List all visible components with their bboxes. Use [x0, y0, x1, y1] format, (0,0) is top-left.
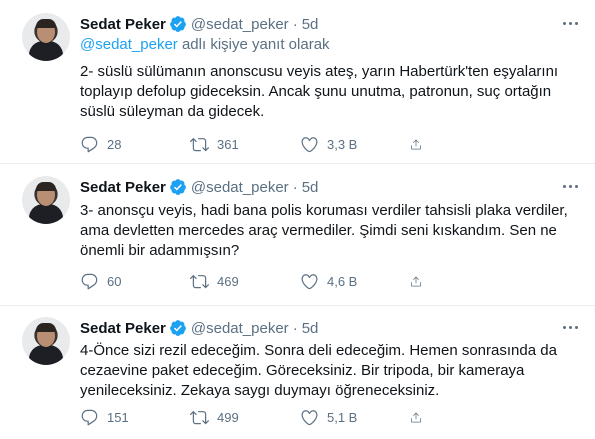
timestamp[interactable]: 5d	[302, 16, 319, 33]
like-count: 5,1 B	[327, 409, 358, 425]
verified-badge-icon	[170, 16, 186, 32]
reply-button[interactable]: 60	[80, 272, 190, 291]
author-name[interactable]: Sedat Peker	[80, 320, 166, 337]
author-handle[interactable]: @sedat_peker	[191, 179, 289, 196]
retweet-icon	[190, 274, 209, 288]
separator-dot: ·	[292, 15, 298, 33]
retweet-button[interactable]: 469	[190, 272, 300, 291]
like-button[interactable]: 5,1 B	[300, 408, 410, 427]
share-button[interactable]	[410, 408, 430, 427]
reply-context-text: adlı kişiye yanıt olarak	[177, 36, 330, 53]
author-name[interactable]: Sedat Peker	[80, 16, 166, 33]
retweet-button[interactable]: 499	[190, 408, 300, 427]
reply-button[interactable]: 151	[80, 408, 190, 427]
divider	[0, 163, 595, 164]
avatar[interactable]	[22, 317, 70, 365]
tweet-text-line: yenileceksiniz. Zekaya saygı duymayı öğr…	[80, 382, 440, 399]
separator-dot: ·	[292, 319, 298, 337]
author-handle[interactable]: @sedat_peker	[191, 320, 289, 337]
tweet-text-line: ama devletten mercedes araç vermediler. …	[80, 222, 557, 239]
tweet-text-line: 3- anonsçu veyis, hadi bana polis koruma…	[80, 202, 568, 219]
tweet-text-line: toplayıp defolup gideceksin. Ancak şunu …	[80, 83, 552, 100]
retweet-count: 361	[217, 136, 239, 152]
separator-dot: ·	[292, 178, 298, 196]
verified-badge-icon	[170, 320, 186, 336]
tweet[interactable]: Sedat Peker @sedat_peker · 5d @sedat_pek…	[0, 13, 595, 163]
reply-button[interactable]: 28	[80, 135, 190, 154]
reply-handle-link[interactable]: @sedat_peker	[80, 36, 178, 53]
avatar[interactable]	[22, 13, 70, 61]
like-button[interactable]: 4,6 B	[300, 272, 410, 291]
timestamp[interactable]: 5d	[302, 320, 319, 337]
tweet-actions: 151 499 5,1 B	[80, 407, 520, 427]
tweet-text: 4-Önce sizi rezil edeceğim. Sonra deli e…	[80, 341, 580, 401]
like-button[interactable]: 3,3 B	[300, 135, 410, 154]
tweet-text-line: önemli bir adammışsın?	[80, 242, 240, 259]
share-icon	[411, 276, 421, 286]
retweet-count: 469	[217, 273, 239, 289]
tweet-actions: 28 361 3,3 B	[80, 134, 520, 154]
share-icon	[411, 412, 421, 422]
tweet-text-line: 4-Önce sizi rezil edeceğim. Sonra deli e…	[80, 342, 557, 359]
retweet-button[interactable]: 361	[190, 135, 300, 154]
divider	[0, 305, 595, 306]
timestamp[interactable]: 5d	[302, 179, 319, 196]
tweet-text-line: cezaevine paket edeceğim. Göreceksiniz. …	[80, 362, 525, 379]
reply-context: @sedat_peker adlı kişiye yanıt olarak	[80, 36, 330, 53]
verified-badge-icon	[170, 179, 186, 195]
reply-count: 28	[107, 136, 122, 152]
reply-icon	[81, 273, 98, 289]
share-button[interactable]	[410, 135, 430, 154]
share-button[interactable]	[410, 272, 430, 291]
tweet-text: 2- süslü sülümanın anonscusu veyis ateş,…	[80, 62, 580, 122]
reply-count: 151	[107, 409, 129, 425]
reply-count: 60	[107, 273, 122, 289]
reply-icon	[81, 409, 98, 425]
retweet-count: 499	[217, 409, 239, 425]
author-handle[interactable]: @sedat_peker	[191, 16, 289, 33]
retweet-icon	[190, 410, 209, 424]
like-icon	[301, 273, 318, 289]
retweet-icon	[190, 137, 209, 151]
avatar[interactable]	[22, 176, 70, 224]
like-icon	[301, 409, 318, 425]
like-icon	[301, 136, 318, 152]
tweet-text: 3- anonsçu veyis, hadi bana polis koruma…	[80, 201, 580, 261]
tweet[interactable]: Sedat Peker @sedat_peker · 5d 4-Önce siz…	[0, 317, 595, 439]
like-count: 3,3 B	[327, 136, 358, 152]
like-count: 4,6 B	[327, 273, 358, 289]
tweet-actions: 60 469 4,6 B	[80, 271, 520, 291]
author-name[interactable]: Sedat Peker	[80, 179, 166, 196]
tweet-text-line: 2- süslü sülümanın anonscusu veyis ateş,…	[80, 63, 559, 80]
tweet[interactable]: Sedat Peker @sedat_peker · 5d 3- anonsçu…	[0, 176, 595, 306]
share-icon	[411, 139, 421, 149]
reply-icon	[81, 136, 98, 152]
more-icon[interactable]	[560, 180, 580, 192]
more-icon[interactable]	[560, 17, 580, 29]
tweet-text-line: süslü süleyman da gidecek.	[80, 103, 265, 120]
more-icon[interactable]	[560, 321, 580, 333]
